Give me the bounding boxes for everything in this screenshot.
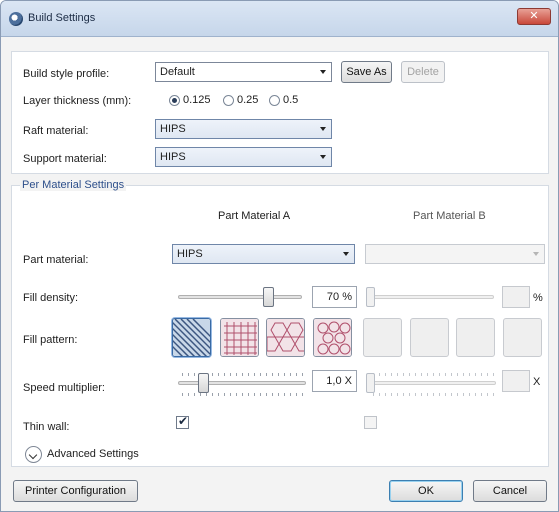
- build-settings-window: Build Settings ✕ Build style profile: De…: [0, 0, 559, 512]
- fill-density-a-input[interactable]: 70 %: [312, 286, 357, 308]
- fill-density-a-value: 70: [326, 291, 340, 303]
- dropdown-arrow-icon: [320, 155, 326, 159]
- save-as-button[interactable]: Save As: [341, 61, 392, 83]
- part-material-a-dropdown[interactable]: HIPS: [172, 244, 355, 264]
- layer-radio-05[interactable]: [269, 95, 280, 106]
- fill-density-label: Fill density:: [23, 292, 79, 304]
- part-material-label: Part material:: [23, 254, 89, 266]
- dropdown-arrow-icon: [343, 252, 349, 256]
- fill-density-b-slider[interactable]: [366, 287, 375, 307]
- layer-radio-025[interactable]: [223, 95, 234, 106]
- speed-b-input[interactable]: [502, 370, 530, 392]
- build-style-profile-dropdown[interactable]: Default: [155, 62, 332, 82]
- delete-label: Delete: [407, 66, 439, 78]
- advanced-settings-toggle[interactable]: Advanced Settings: [47, 448, 139, 460]
- fill-density-b-unit: %: [533, 292, 543, 304]
- fill-density-a-track[interactable]: [178, 295, 302, 299]
- window-title: Build Settings: [28, 12, 96, 24]
- thin-wall-a-checkbox[interactable]: ✔: [176, 414, 189, 429]
- raft-material-label: Raft material:: [23, 125, 89, 137]
- speed-b-unit: X: [533, 376, 541, 388]
- expand-chevron-icon[interactable]: [25, 446, 42, 463]
- raft-material-dropdown[interactable]: HIPS: [155, 119, 332, 139]
- speed-a-unit: X: [344, 375, 352, 387]
- layer-option-025: 0.25: [237, 94, 259, 106]
- close-button[interactable]: ✕: [517, 8, 551, 25]
- circles-icon: [314, 319, 351, 356]
- cancel-button[interactable]: Cancel: [473, 480, 547, 502]
- dropdown-arrow-icon: [320, 70, 326, 74]
- checkmark-icon: ✔: [178, 414, 189, 428]
- support-material-dropdown[interactable]: HIPS: [155, 147, 332, 167]
- speed-a-slider[interactable]: [198, 373, 209, 393]
- printer-configuration-button[interactable]: Printer Configuration: [13, 480, 138, 502]
- thin-wall-b-checkbox[interactable]: [364, 416, 377, 429]
- per-material-group-title: Per Material Settings: [20, 179, 127, 191]
- speed-a-value: 1,0: [326, 375, 342, 387]
- cancel-label: Cancel: [492, 485, 528, 497]
- speed-a-input[interactable]: 1,0 X: [312, 370, 357, 392]
- dropdown-arrow-icon: [320, 127, 326, 131]
- fill-density-b-input[interactable]: [502, 286, 530, 308]
- fill-density-a-slider[interactable]: [263, 287, 274, 307]
- close-icon: ✕: [529, 10, 539, 22]
- fill-pattern-diagonal-lines[interactable]: [172, 318, 211, 357]
- fill-pattern-b-4[interactable]: [503, 318, 542, 357]
- part-material-a-header: Part Material A: [218, 210, 291, 222]
- part-material-b-dropdown[interactable]: [365, 244, 545, 264]
- fill-pattern-circles[interactable]: [313, 318, 352, 357]
- speed-b-slider[interactable]: [366, 373, 375, 393]
- fill-pattern-b-1[interactable]: [363, 318, 402, 357]
- part-material-a-value: HIPS: [177, 248, 203, 260]
- delete-button[interactable]: Delete: [401, 61, 445, 83]
- support-material-label: Support material:: [23, 153, 107, 165]
- layer-option-05: 0.5: [283, 94, 299, 106]
- speed-multiplier-label: Speed multiplier:: [23, 382, 105, 394]
- fill-pattern-grid[interactable]: [220, 318, 259, 357]
- fill-density-b-track[interactable]: [370, 295, 494, 299]
- title-bar: Build Settings ✕: [1, 1, 558, 37]
- fill-pattern-label: Fill pattern:: [23, 334, 78, 346]
- dropdown-arrow-icon: [533, 252, 539, 256]
- build-style-profile-label: Build style profile:: [23, 68, 110, 80]
- printer-configuration-label: Printer Configuration: [25, 485, 126, 497]
- ok-label: OK: [418, 485, 434, 497]
- part-material-b-header: Part Material B: [413, 210, 486, 222]
- raft-material-value: HIPS: [160, 123, 186, 135]
- save-as-label: Save As: [346, 66, 387, 78]
- thin-wall-label: Thin wall:: [23, 421, 70, 433]
- layer-radio-0125[interactable]: [169, 95, 180, 106]
- ok-button[interactable]: OK: [389, 480, 463, 502]
- diagonal-lines-icon: [173, 319, 210, 356]
- fill-pattern-hexagon[interactable]: [266, 318, 305, 357]
- layer-thickness-label: Layer thickness (mm):: [23, 95, 132, 107]
- build-style-profile-value: Default: [160, 66, 195, 78]
- grid-icon: [221, 319, 258, 356]
- fill-density-a-unit: %: [342, 291, 352, 303]
- hexagon-icon: [267, 319, 304, 356]
- layer-option-0125: 0.125: [183, 94, 211, 106]
- fill-pattern-b-2[interactable]: [410, 318, 449, 357]
- speed-b-ticks: [373, 373, 495, 376]
- support-material-value: HIPS: [160, 151, 186, 163]
- app-icon: [9, 12, 23, 26]
- speed-b-track[interactable]: [370, 381, 496, 385]
- fill-pattern-b-3[interactable]: [456, 318, 495, 357]
- speed-b-ticks-bottom: [373, 393, 495, 396]
- speed-a-ticks-bottom: [182, 393, 304, 396]
